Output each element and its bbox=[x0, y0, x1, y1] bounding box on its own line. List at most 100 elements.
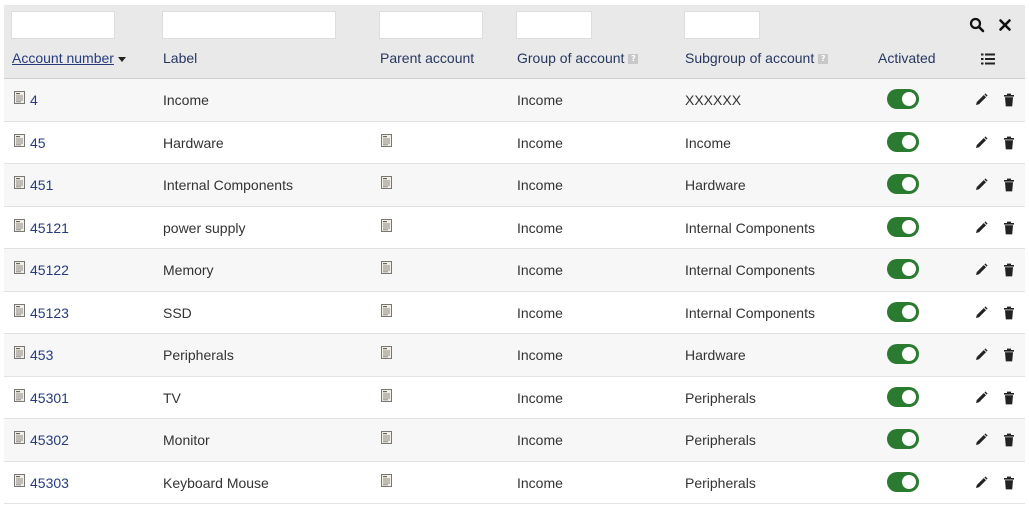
document-icon[interactable] bbox=[14, 91, 25, 104]
document-icon[interactable] bbox=[14, 261, 25, 274]
filter-label-input[interactable] bbox=[162, 11, 336, 39]
parent-account-document-icon[interactable] bbox=[381, 388, 392, 402]
group-cell: Income bbox=[517, 304, 563, 321]
parent-account-document-icon[interactable] bbox=[381, 473, 392, 487]
parent-account-document-icon[interactable] bbox=[381, 303, 392, 317]
account-number-cell: 45123 bbox=[30, 292, 69, 334]
parent-account-document-icon[interactable] bbox=[381, 431, 392, 444]
account-number-link[interactable]: 45123 bbox=[30, 305, 69, 321]
trash-icon[interactable] bbox=[1002, 93, 1016, 107]
close-icon[interactable] bbox=[997, 17, 1013, 33]
filter-subgroup-input[interactable] bbox=[684, 11, 760, 39]
trash-icon[interactable] bbox=[1002, 348, 1016, 362]
label-cell: Internal Components bbox=[163, 177, 293, 193]
document-icon[interactable] bbox=[14, 218, 25, 232]
pencil-icon[interactable] bbox=[974, 475, 988, 490]
column-title-group-of-account[interactable]: Group of account bbox=[517, 50, 624, 66]
trash-icon[interactable] bbox=[1002, 391, 1016, 405]
group-cell: Income bbox=[517, 219, 563, 236]
document-icon[interactable] bbox=[14, 388, 25, 402]
table-row: 451 Internal Components Income Hardware bbox=[4, 164, 1025, 207]
trash-icon[interactable] bbox=[1002, 263, 1016, 277]
pencil-icon[interactable] bbox=[974, 263, 988, 277]
activated-toggle[interactable] bbox=[887, 259, 919, 279]
pencil-icon[interactable] bbox=[974, 433, 988, 447]
parent-account-document-icon[interactable] bbox=[381, 346, 392, 359]
column-title-subgroup-of-account[interactable]: Subgroup of account bbox=[685, 50, 814, 66]
subgroup-cell: Income bbox=[685, 134, 731, 151]
parent-account-document-icon[interactable] bbox=[381, 133, 392, 147]
table-row: 45301 TV Income Peripherals bbox=[4, 376, 1025, 419]
activated-toggle[interactable] bbox=[887, 471, 919, 492]
subgroup-cell: Peripherals bbox=[685, 474, 756, 491]
pencil-icon[interactable] bbox=[974, 93, 988, 107]
parent-account-document-icon[interactable] bbox=[381, 218, 392, 232]
activated-toggle[interactable] bbox=[887, 301, 919, 322]
subgroup-cell: Internal Components bbox=[685, 304, 815, 321]
activated-toggle[interactable] bbox=[887, 174, 919, 194]
subgroup-cell: Internal Components bbox=[685, 262, 815, 278]
group-cell: Income bbox=[517, 262, 563, 278]
account-number-link[interactable]: 45121 bbox=[30, 220, 69, 236]
column-title-label[interactable]: Label bbox=[163, 50, 197, 66]
trash-icon[interactable] bbox=[1002, 476, 1016, 490]
label-cell: power supply bbox=[163, 219, 246, 236]
trash-icon[interactable] bbox=[1002, 221, 1016, 235]
table-row: 45123 SSD Income Internal Components bbox=[4, 291, 1025, 334]
column-title-parent-account[interactable]: Parent account bbox=[380, 50, 474, 66]
label-cell: SSD bbox=[163, 304, 192, 321]
account-number-cell: 45301 bbox=[30, 377, 69, 419]
trash-icon[interactable] bbox=[1002, 433, 1016, 447]
activated-toggle[interactable] bbox=[887, 131, 919, 152]
toggle-knob bbox=[902, 134, 916, 149]
document-icon[interactable] bbox=[14, 473, 25, 487]
account-number-link[interactable]: 45 bbox=[30, 135, 46, 151]
pencil-icon[interactable] bbox=[974, 178, 988, 192]
search-icon[interactable] bbox=[969, 17, 985, 33]
trash-icon[interactable] bbox=[1002, 136, 1016, 150]
parent-account-document-icon[interactable] bbox=[381, 261, 392, 274]
table-row: 45303 Keyboard Mouse Income Peripherals bbox=[4, 461, 1025, 504]
account-number-cell: 45122 bbox=[30, 249, 69, 291]
filter-group-input[interactable] bbox=[516, 11, 592, 39]
activated-toggle[interactable] bbox=[887, 429, 919, 449]
trash-icon[interactable] bbox=[1002, 306, 1016, 320]
document-icon[interactable] bbox=[14, 431, 25, 444]
list-icon[interactable] bbox=[980, 51, 996, 67]
account-number-link[interactable]: 45301 bbox=[30, 390, 69, 406]
table-body: 4 Income Income XXXXXX 45 Hardware Income Incom… bbox=[4, 79, 1025, 504]
subgroup-cell: Hardware bbox=[685, 347, 746, 363]
account-number-link[interactable]: 4 bbox=[30, 92, 38, 108]
account-number-link[interactable]: 45122 bbox=[30, 262, 69, 278]
subgroup-cell: Peripherals bbox=[685, 432, 756, 448]
column-title-activated[interactable]: Activated bbox=[878, 50, 936, 66]
toggle-knob bbox=[902, 219, 916, 234]
pencil-icon[interactable] bbox=[974, 220, 988, 235]
sort-account-number-link[interactable]: Account number bbox=[12, 50, 126, 66]
activated-toggle[interactable] bbox=[887, 344, 919, 364]
account-number-link[interactable]: 453 bbox=[30, 347, 53, 363]
trash-icon[interactable] bbox=[1002, 178, 1016, 192]
account-number-link[interactable]: 45303 bbox=[30, 475, 69, 491]
help-icon[interactable]: ? bbox=[818, 54, 829, 65]
document-icon[interactable] bbox=[14, 303, 25, 317]
parent-account-document-icon[interactable] bbox=[381, 176, 392, 189]
document-icon[interactable] bbox=[14, 176, 25, 189]
activated-toggle[interactable] bbox=[887, 216, 919, 237]
label-cell: Keyboard Mouse bbox=[163, 474, 269, 491]
table-row: 4 Income Income XXXXXX bbox=[4, 79, 1025, 122]
document-icon[interactable] bbox=[14, 133, 25, 147]
pencil-icon[interactable] bbox=[974, 305, 988, 320]
help-icon[interactable]: ? bbox=[628, 54, 639, 65]
document-icon[interactable] bbox=[14, 346, 25, 359]
toggle-knob bbox=[902, 474, 916, 489]
activated-toggle[interactable] bbox=[887, 386, 919, 407]
filter-account-number-input[interactable] bbox=[11, 11, 115, 39]
pencil-icon[interactable] bbox=[974, 390, 988, 405]
activated-toggle[interactable] bbox=[887, 89, 919, 109]
account-number-link[interactable]: 45302 bbox=[30, 432, 69, 448]
filter-parent-account-input[interactable] bbox=[379, 11, 483, 39]
account-number-link[interactable]: 451 bbox=[30, 177, 53, 193]
pencil-icon[interactable] bbox=[974, 135, 988, 150]
pencil-icon[interactable] bbox=[974, 348, 988, 362]
